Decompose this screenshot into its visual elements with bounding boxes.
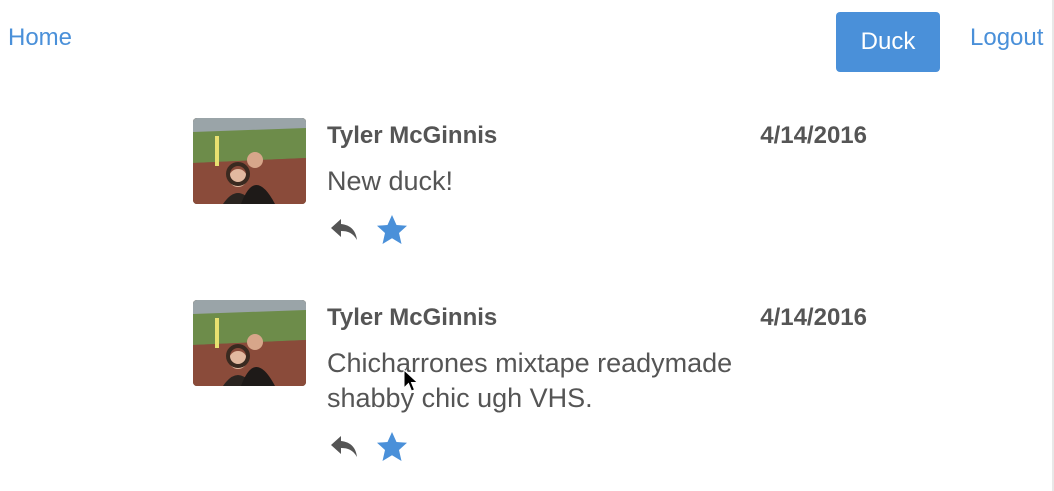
new-duck-button[interactable]: Duck — [836, 12, 940, 72]
duck-actions — [327, 430, 867, 464]
duck-feed: Tyler McGinnis 4/14/2016 New duck! Tyler… — [193, 118, 873, 482]
duck-author[interactable]: Tyler McGinnis — [327, 304, 497, 332]
reply-icon[interactable] — [327, 430, 361, 464]
app-page: Home Duck Logout Tyler McGinnis 4/14/201… — [0, 0, 1054, 491]
duck-date: 4/14/2016 — [760, 304, 867, 331]
reply-icon[interactable] — [327, 213, 361, 247]
duck-header: Tyler McGinnis 4/14/2016 — [327, 118, 867, 150]
duck-body: Tyler McGinnis 4/14/2016 New duck! — [327, 118, 867, 300]
nav-home-link[interactable]: Home — [8, 24, 72, 52]
duck-actions — [327, 213, 867, 247]
duck-text: New duck! — [327, 166, 454, 196]
avatar — [193, 118, 306, 204]
avatar-photo — [193, 300, 306, 386]
nav-logout-link[interactable]: Logout — [970, 24, 1043, 52]
star-icon[interactable] — [375, 430, 409, 464]
star-icon[interactable] — [375, 213, 409, 247]
duck-date: 4/14/2016 — [760, 122, 867, 149]
duck-text: Chicharrones mixtape readymade shabby ch… — [327, 348, 733, 414]
duck-item[interactable]: Tyler McGinnis 4/14/2016 Chicharrones mi… — [193, 300, 873, 482]
avatar-photo — [193, 118, 306, 204]
avatar — [193, 300, 306, 386]
duck-author[interactable]: Tyler McGinnis — [327, 122, 497, 150]
mouse-cursor-icon — [403, 369, 419, 392]
duck-item[interactable]: Tyler McGinnis 4/14/2016 New duck! — [193, 118, 873, 300]
duck-header: Tyler McGinnis 4/14/2016 — [327, 300, 867, 332]
